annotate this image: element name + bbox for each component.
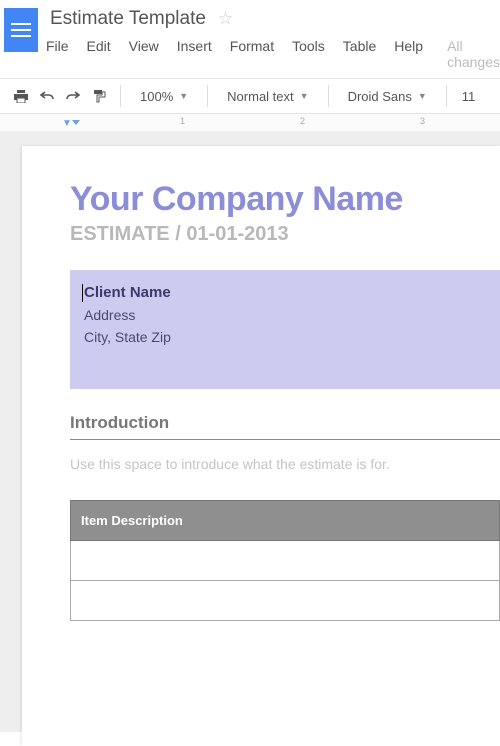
- menu-table[interactable]: Table: [343, 38, 376, 70]
- undo-icon[interactable]: [36, 85, 58, 107]
- col-item-description[interactable]: Item Description: [71, 501, 500, 541]
- menu-format[interactable]: Format: [230, 38, 274, 70]
- menu-view[interactable]: View: [129, 38, 159, 70]
- estimate-label: ESTIMATE: [70, 223, 170, 245]
- items-table[interactable]: Item Description: [70, 500, 500, 621]
- style-value: Normal text: [227, 89, 293, 104]
- print-icon[interactable]: [10, 85, 32, 107]
- toolbar: 100% ▼ Normal text ▼ Droid Sans ▼ 11: [0, 78, 500, 114]
- separator: [446, 85, 447, 107]
- redo-icon[interactable]: [62, 85, 84, 107]
- font-value: Droid Sans: [348, 89, 412, 104]
- menu-edit[interactable]: Edit: [87, 38, 111, 70]
- client-city-state[interactable]: City, State Zip: [84, 329, 486, 345]
- star-icon[interactable]: ☆: [218, 9, 233, 29]
- zoom-select[interactable]: 100% ▼: [131, 86, 197, 107]
- chevron-down-icon: ▼: [418, 91, 427, 101]
- intro-divider: [70, 439, 500, 440]
- docs-app-icon[interactable]: [4, 8, 38, 52]
- client-box[interactable]: Client Name Address City, State Zip: [70, 270, 500, 389]
- separator: [207, 85, 208, 107]
- ruler-tick: 2: [300, 116, 305, 126]
- menu-bar: File Edit View Insert Format Tools Table…: [46, 32, 500, 78]
- intro-body[interactable]: Use this space to introduce what the est…: [70, 456, 500, 472]
- table-row[interactable]: [71, 541, 500, 581]
- font-size-value: 11: [462, 89, 476, 104]
- ruler-tick: 3: [420, 116, 425, 126]
- client-name[interactable]: Client Name: [84, 284, 486, 301]
- menu-insert[interactable]: Insert: [177, 38, 212, 70]
- paint-format-icon[interactable]: [88, 85, 110, 107]
- estimate-date: 01-01-2013: [186, 223, 288, 245]
- indent-handle-icon[interactable]: [72, 120, 80, 125]
- style-select[interactable]: Normal text ▼: [218, 86, 317, 107]
- client-address[interactable]: Address: [84, 307, 486, 323]
- indent-marker-icon[interactable]: ▼: [62, 118, 72, 129]
- company-name[interactable]: Your Company Name: [70, 180, 500, 219]
- chevron-down-icon: ▼: [300, 91, 309, 101]
- ruler-tick: 1: [180, 116, 185, 126]
- ruler[interactable]: ▼ 1 2 3: [0, 114, 500, 132]
- table-row[interactable]: [71, 581, 500, 621]
- estimate-line[interactable]: ESTIMATE / 01-01-2013: [70, 223, 500, 246]
- separator: [328, 85, 329, 107]
- canvas: Your Company Name ESTIMATE / 01-01-2013 …: [0, 132, 500, 732]
- estimate-sep: /: [170, 223, 187, 245]
- font-select[interactable]: Droid Sans ▼: [339, 86, 436, 107]
- menu-tools[interactable]: Tools: [292, 38, 325, 70]
- separator: [120, 85, 121, 107]
- intro-heading[interactable]: Introduction: [70, 413, 500, 433]
- chevron-down-icon: ▼: [179, 91, 188, 101]
- zoom-value: 100%: [140, 89, 173, 104]
- menu-help[interactable]: Help: [394, 38, 423, 70]
- save-status: All changes: [447, 38, 500, 70]
- font-size-select[interactable]: 11: [457, 86, 481, 107]
- document-title[interactable]: Estimate Template: [46, 6, 210, 32]
- menu-file[interactable]: File: [46, 38, 69, 70]
- document-page[interactable]: Your Company Name ESTIMATE / 01-01-2013 …: [22, 146, 500, 746]
